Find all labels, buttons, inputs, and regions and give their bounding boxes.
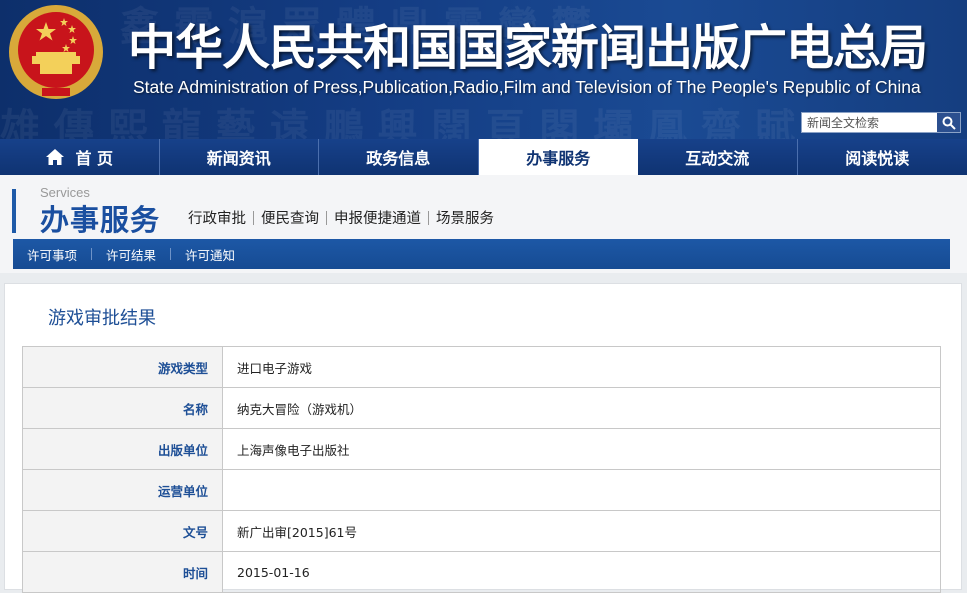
- row-label: 文号: [23, 511, 223, 551]
- approval-details-table: 游戏类型 进口电子游戏 名称 纳克大冒险（游戏机） 出版单位 上海声像电子出版社…: [22, 346, 941, 593]
- section-title-cn: 办事服务: [40, 203, 161, 237]
- row-label: 游戏类型: [23, 347, 223, 387]
- nav-item-government-info[interactable]: 政务信息: [319, 139, 479, 175]
- tab-administrative-approval[interactable]: 行政审批: [188, 207, 246, 228]
- row-value: 上海声像电子出版社: [223, 429, 941, 469]
- nav-item-label: 政务信息: [366, 149, 431, 168]
- tab-public-query[interactable]: 便民查询: [261, 207, 319, 228]
- row-value: [223, 470, 941, 510]
- sub-navigation: 许可事项 许可结果 许可通知: [13, 239, 950, 269]
- table-row: 名称 纳克大冒险（游戏机）: [23, 388, 941, 429]
- tab-divider: [253, 210, 254, 225]
- site-search: [801, 112, 961, 133]
- nav-item-label: 阅读悦读: [845, 149, 910, 168]
- section-accent-bar: [12, 189, 16, 233]
- section-header: Services 办事服务 行政审批 便民查询 申报便捷通道 场景服务 许可事项…: [0, 175, 967, 273]
- table-row: 运营单位: [23, 470, 941, 511]
- site-banner: 鑫 霸 滬 眾 體 鼎 靈 蠻 鬱 雄 傳 熙 龍 藝 遠 鵬 興 闊 頁 閣 …: [0, 0, 967, 139]
- search-button[interactable]: [937, 113, 960, 132]
- table-row: 文号 新广出审[2015]61号: [23, 511, 941, 552]
- content-panel: 游戏审批结果 游戏类型 进口电子游戏 名称 纳克大冒险（游戏机） 出版单位 上海…: [4, 283, 962, 593]
- row-value: 2015-01-16: [223, 552, 941, 592]
- row-value: 新广出审[2015]61号: [223, 511, 941, 551]
- tab-fast-declaration[interactable]: 申报便捷通道: [334, 207, 421, 228]
- subnav-permit-items[interactable]: 许可事项: [27, 245, 77, 264]
- table-row: 出版单位 上海声像电子出版社: [23, 429, 941, 470]
- nav-item-interaction[interactable]: 互动交流: [638, 139, 798, 175]
- national-emblem-icon: [9, 5, 103, 99]
- table-row: 游戏类型 进口电子游戏: [23, 347, 941, 388]
- tab-scene-service[interactable]: 场景服务: [436, 207, 494, 228]
- page-body: Services 办事服务 行政审批 便民查询 申报便捷通道 场景服务 许可事项…: [0, 175, 967, 593]
- row-label: 出版单位: [23, 429, 223, 469]
- site-title-en: State Administration of Press,Publicatio…: [133, 77, 921, 97]
- tab-divider: [326, 210, 327, 225]
- row-value: 进口电子游戏: [223, 347, 941, 387]
- nav-item-label: 新闻资讯: [206, 149, 271, 168]
- page-title: 游戏审批结果: [48, 308, 156, 329]
- search-input[interactable]: [802, 113, 937, 132]
- nav-item-label: 互动交流: [685, 149, 750, 168]
- section-tabs: 行政审批 便民查询 申报便捷通道 场景服务: [188, 207, 494, 228]
- nav-item-home[interactable]: 首 页: [0, 139, 160, 175]
- subnav-divider: [91, 248, 93, 260]
- subnav-divider: [170, 248, 172, 260]
- nav-item-services[interactable]: 办事服务: [478, 139, 638, 175]
- site-title-cn: 中华人民共和国国家新闻出版广电总局: [128, 20, 928, 76]
- row-value: 纳克大冒险（游戏机）: [223, 388, 941, 428]
- row-label: 时间: [23, 552, 223, 592]
- nav-item-label: 首 页: [75, 149, 114, 168]
- tab-divider: [428, 210, 429, 225]
- subnav-permit-notices[interactable]: 许可通知: [185, 245, 235, 264]
- row-label: 名称: [23, 388, 223, 428]
- home-icon: [45, 148, 65, 166]
- search-icon: [942, 116, 956, 130]
- table-row: 时间 2015-01-16: [23, 552, 941, 593]
- nav-item-reading[interactable]: 阅读悦读: [798, 139, 958, 175]
- row-label: 运营单位: [23, 470, 223, 510]
- banner-background-pattern: 雄 傳 熙 龍 藝 遠 鵬 興 闊 頁 閣 壩 鳳 齋 賦: [0, 105, 795, 139]
- subnav-permit-results[interactable]: 许可结果: [106, 245, 156, 264]
- main-nav: 首 页 新闻资讯 政务信息 办事服务 互动交流 阅读悦读: [0, 139, 967, 175]
- nav-item-news[interactable]: 新闻资讯: [160, 139, 319, 175]
- nav-item-label: 办事服务: [526, 149, 591, 168]
